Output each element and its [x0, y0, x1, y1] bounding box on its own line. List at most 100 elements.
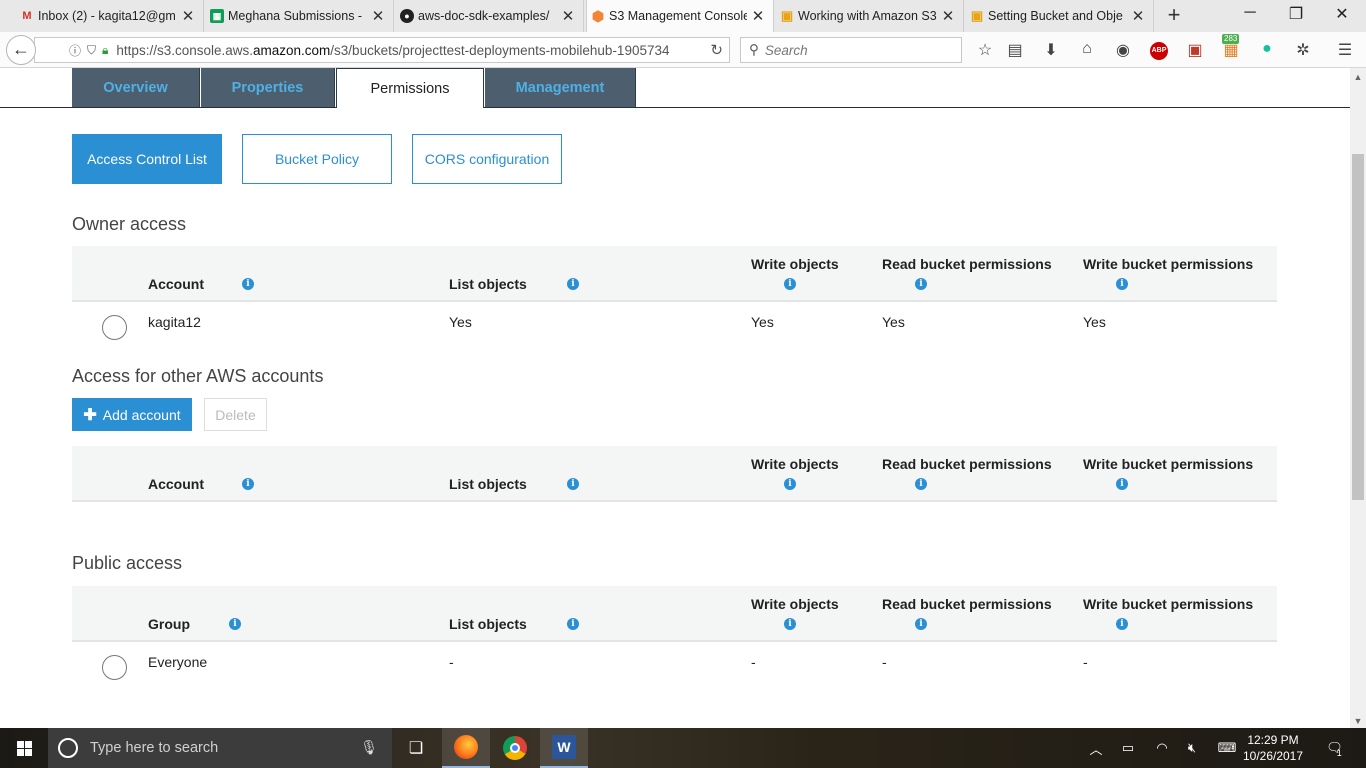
sheets-icon: ▦	[210, 9, 224, 23]
cortana-icon	[58, 738, 78, 758]
info-icon[interactable]: i	[784, 278, 796, 290]
home-icon[interactable]: ⌂	[1076, 40, 1098, 62]
task-view-icon[interactable]: ❏	[392, 728, 440, 768]
url-bar[interactable]: ⓘ ⛉ 🔒︎ https://s3.console.aws.amazon.com…	[34, 37, 730, 63]
write-bucket-cell: Yes	[1083, 314, 1106, 330]
windows-taskbar: Type here to search 🎙︎ ❏ W ︿ ▭ ◠ 🔇︎ ⌨ 12…	[0, 728, 1366, 768]
minimize-button[interactable]: ─	[1238, 4, 1262, 28]
main-tabs: Overview Properties Permissions Manageme…	[0, 68, 1350, 108]
word-taskbar-icon[interactable]: W	[540, 728, 588, 768]
read-bucket-permissions-header: Read bucket permissions	[882, 596, 1052, 612]
bookmark-star-icon[interactable]: ☆	[974, 40, 996, 62]
search-icon: ⚲	[749, 42, 759, 57]
reading-list-icon[interactable]: ▤	[1004, 40, 1026, 62]
reload-icon[interactable]: ↻	[710, 41, 723, 59]
browser-tab-github[interactable]: ● aws-doc-sdk-examples/ ✕	[396, 0, 584, 32]
scroll-down-arrow-icon[interactable]: ▼	[1350, 714, 1366, 728]
grammarly-icon[interactable]: ●	[1256, 40, 1278, 62]
pocket-icon[interactable]: ◉	[1112, 40, 1134, 62]
close-icon[interactable]: ✕	[181, 7, 195, 25]
microphone-icon[interactable]: 🎙︎	[360, 739, 378, 756]
page-scrollbar[interactable]: ▲ ▼	[1350, 68, 1366, 728]
tab-permissions[interactable]: Permissions	[336, 68, 484, 108]
public-access-table: Group i List objects i Write objects i R…	[72, 586, 1277, 684]
settings-extension-icon[interactable]: ✲	[1292, 40, 1314, 62]
tab-properties[interactable]: Properties	[201, 68, 335, 107]
tab-overview[interactable]: Overview	[72, 68, 200, 107]
close-icon[interactable]: ✕	[371, 7, 385, 25]
info-icon[interactable]: i	[915, 478, 927, 490]
browser-tab-bar: M Inbox (2) - kagita12@gm ✕ ▦ Meghana Su…	[0, 0, 1366, 32]
close-icon[interactable]: ✕	[941, 7, 955, 25]
browser-tab-sheets[interactable]: ▦ Meghana Submissions - ✕	[206, 0, 394, 32]
tab-management[interactable]: Management	[485, 68, 636, 107]
browser-nav-bar: ⓘ ⛉ 🔒︎ https://s3.console.aws.amazon.com…	[0, 32, 1366, 68]
close-window-button[interactable]: ✕	[1330, 4, 1354, 28]
battery-icon[interactable]: ▭	[1118, 728, 1138, 768]
action-center-icon[interactable]: 🗨︎ 1	[1322, 728, 1346, 768]
hamburger-menu-icon[interactable]: ☰	[1334, 40, 1356, 62]
close-icon[interactable]: ✕	[1131, 7, 1145, 25]
shield-icon[interactable]: ⛉	[87, 43, 96, 58]
browser-tab-gmail[interactable]: M Inbox (2) - kagita12@gm ✕	[16, 0, 204, 32]
extension-icon[interactable]: ▣	[1184, 40, 1206, 62]
wifi-icon[interactable]: ◠	[1152, 728, 1172, 768]
scroll-thumb[interactable]	[1352, 154, 1364, 500]
list-objects-cell: -	[449, 654, 454, 670]
close-icon[interactable]: ✕	[561, 7, 575, 25]
restore-button[interactable]: ❐	[1284, 4, 1308, 28]
info-icon[interactable]: i	[915, 618, 927, 630]
start-button[interactable]	[0, 728, 48, 768]
info-icon[interactable]: i	[567, 478, 579, 490]
info-icon[interactable]: i	[229, 618, 241, 630]
info-icon[interactable]: i	[1116, 618, 1128, 630]
account-header: Account	[148, 476, 204, 492]
write-bucket-permissions-header: Write bucket permissions	[1083, 456, 1254, 472]
show-hidden-icons-icon[interactable]: ︿	[1086, 728, 1106, 768]
info-icon[interactable]: ⓘ	[69, 42, 81, 59]
aws-icon: ⬢	[591, 7, 605, 24]
browser-tab-aws-docs-1[interactable]: ▣ Working with Amazon S3 ✕	[776, 0, 964, 32]
add-account-button[interactable]: ✚ Add account	[72, 398, 192, 431]
public-access-heading: Public access	[72, 553, 183, 573]
adblock-icon[interactable]: ABP	[1150, 42, 1168, 60]
delete-button[interactable]: Delete	[204, 398, 267, 431]
keyboard-icon[interactable]: ⌨	[1214, 728, 1240, 768]
list-objects-header: List objects	[449, 276, 527, 292]
taskbar-search-box[interactable]: Type here to search 🎙︎	[48, 728, 392, 768]
volume-muted-icon[interactable]: 🔇︎	[1182, 728, 1202, 768]
row-select-radio[interactable]	[102, 315, 127, 340]
info-icon[interactable]: i	[1116, 478, 1128, 490]
info-icon[interactable]: i	[784, 618, 796, 630]
info-icon[interactable]: i	[784, 478, 796, 490]
system-clock[interactable]: 12:29 PM 10/26/2017	[1238, 732, 1308, 764]
info-icon[interactable]: i	[915, 278, 927, 290]
scroll-up-arrow-icon[interactable]: ▲	[1350, 70, 1366, 84]
list-objects-cell: Yes	[449, 314, 472, 330]
info-icon[interactable]: i	[1116, 278, 1128, 290]
search-bar[interactable]: ⚲ Search	[740, 37, 962, 63]
download-icon[interactable]: ⬇	[1040, 40, 1062, 62]
list-objects-header: List objects	[449, 476, 527, 492]
info-icon[interactable]: i	[242, 478, 254, 490]
browser-tab-s3[interactable]: ⬢ S3 Management Console ✕	[586, 0, 774, 32]
info-icon[interactable]: i	[567, 278, 579, 290]
cors-configuration-button[interactable]: CORS configuration	[412, 134, 562, 184]
back-button[interactable]: ←	[6, 35, 36, 65]
info-icon[interactable]: i	[567, 618, 579, 630]
read-bucket-permissions-header: Read bucket permissions	[882, 456, 1052, 472]
url-text[interactable]: https://s3.console.aws.amazon.com/s3/buc…	[116, 43, 686, 58]
browser-tab-aws-docs-2[interactable]: ▣ Setting Bucket and Obje ✕	[966, 0, 1154, 32]
close-icon[interactable]: ✕	[751, 7, 765, 25]
row-select-radio[interactable]	[102, 655, 127, 680]
owner-access-table: Account i List objects i Write objects i…	[72, 246, 1277, 344]
info-icon[interactable]: i	[242, 278, 254, 290]
chrome-taskbar-icon[interactable]	[491, 728, 539, 768]
access-control-list-button[interactable]: Access Control List	[72, 134, 222, 184]
write-bucket-permissions-header: Write bucket permissions	[1083, 256, 1254, 272]
firefox-taskbar-icon[interactable]	[442, 728, 490, 768]
notifications-extension-icon[interactable]: ▦ 283	[1220, 34, 1242, 62]
gmail-icon: M	[22, 10, 32, 22]
bucket-policy-button[interactable]: Bucket Policy	[242, 134, 392, 184]
new-tab-button[interactable]: +	[1162, 4, 1186, 28]
